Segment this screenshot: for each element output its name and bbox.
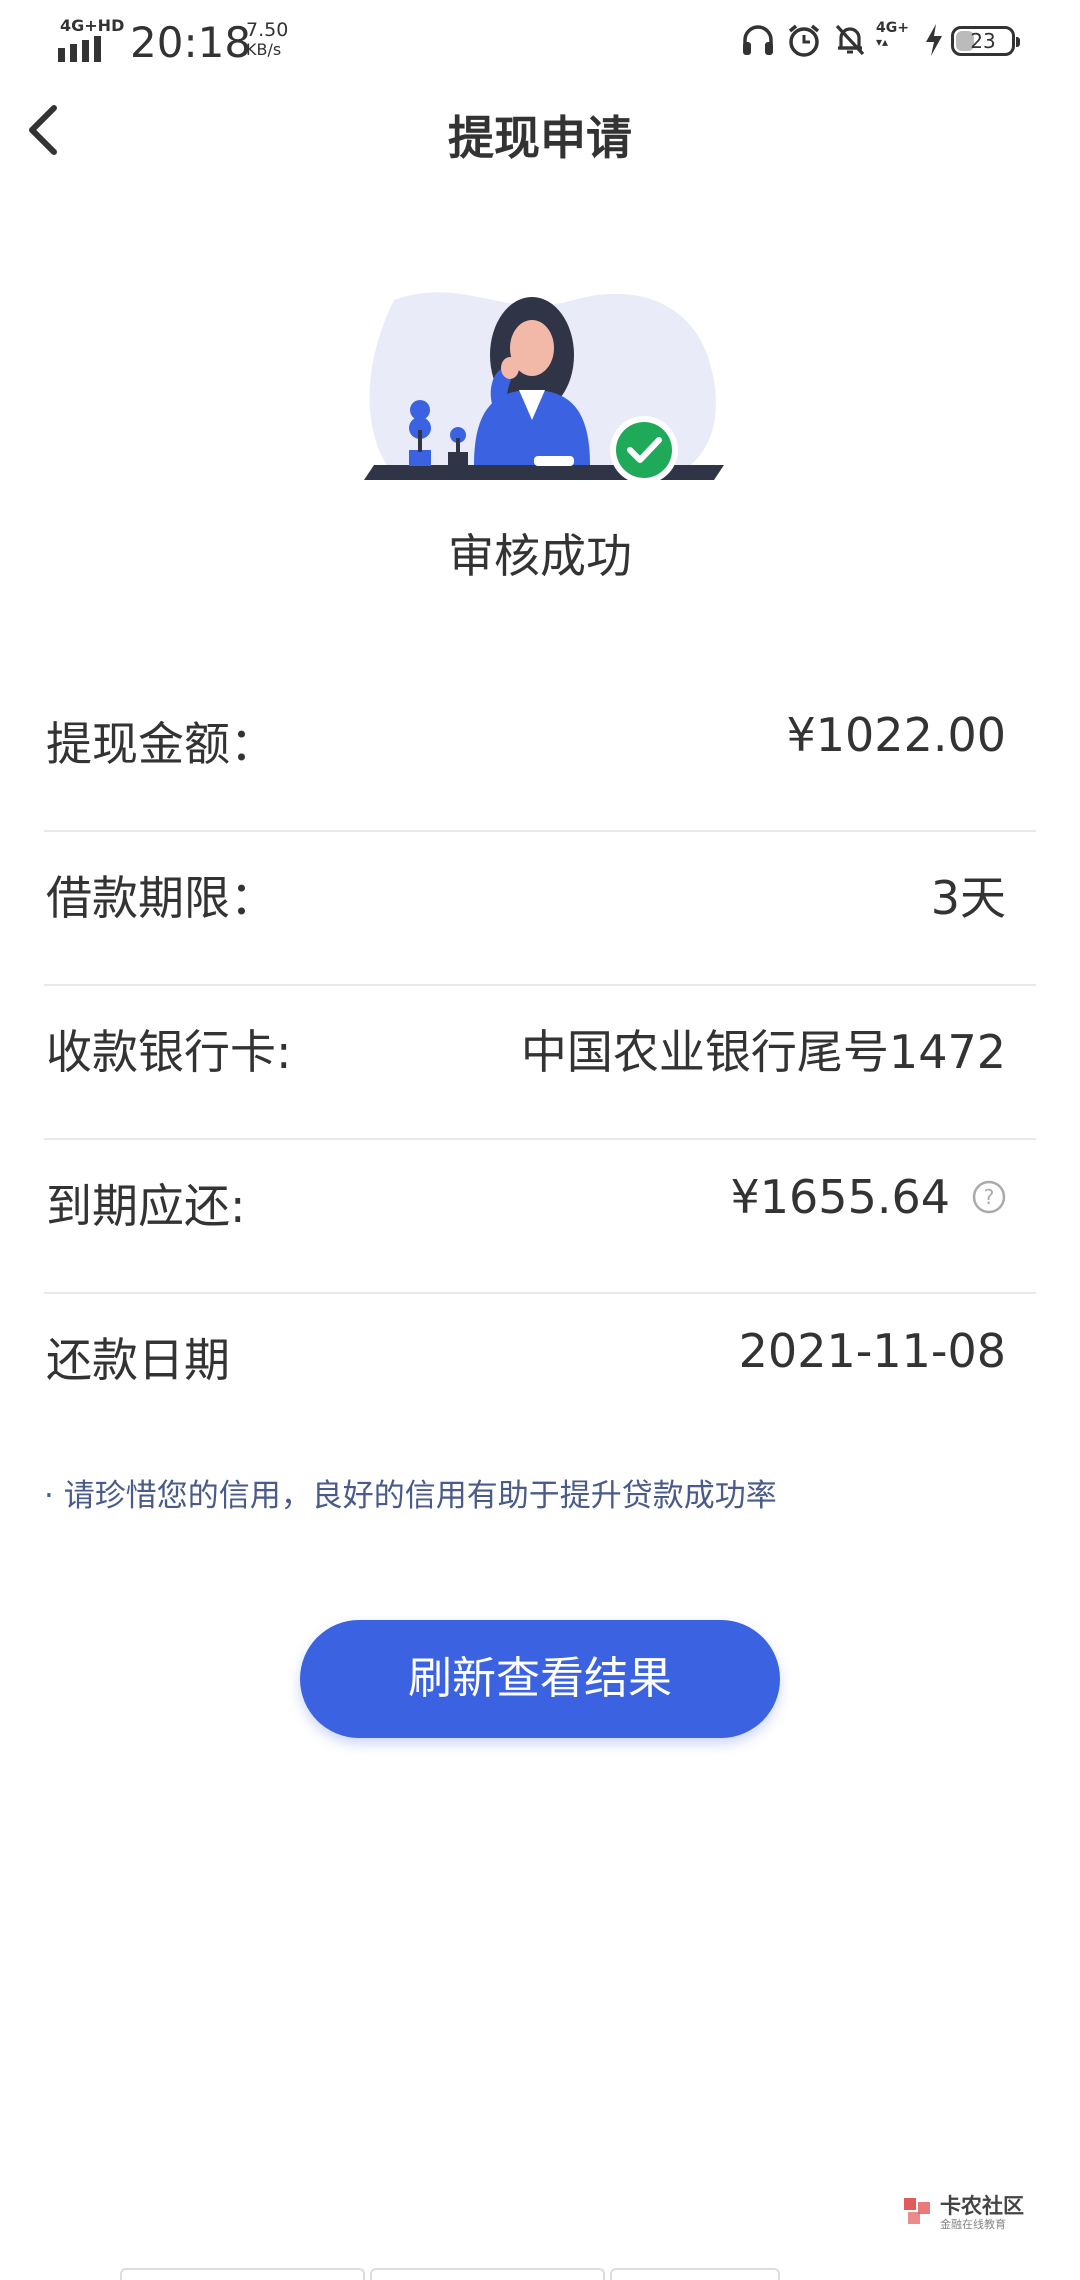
detail-label: 收款银行卡: [46,1025,292,1079]
watermark-logo: 卡农社区 金融在线教育 [900,2190,1030,2236]
battery-level: 23 [970,29,996,53]
charging-icon [926,24,942,56]
detail-value: ¥1022.00 [787,708,1007,762]
detail-value: ¥1655.64 ? [731,1170,1007,1224]
detail-label: 提现金额： [46,717,276,771]
withdrawal-details: 提现金额： ¥1022.00 借款期限： 3天 收款银行卡: 中国农业银行尾号1… [44,678,1036,1446]
speed-unit: KB/s [246,40,282,59]
network-4g-label: 4G+ [876,20,909,36]
bottom-partial-bar [120,2268,960,2280]
detail-row-repay-date: 还款日期 2021-11-08 [44,1294,1036,1446]
amount-value: ¥1022.00 [786,708,1007,762]
network-speed: 7.50 KB/s [246,20,288,60]
review-success-illustration [364,292,724,484]
bottom-tab-left[interactable] [120,2268,365,2280]
battery-icon: 23 [951,26,1020,56]
detail-row-term: 借款期限： 3天 [44,832,1036,986]
svg-text:?: ? [984,1185,995,1209]
signal-icon [58,36,101,62]
clock: 20:18 [130,18,252,67]
detail-value: 3天 [931,862,1006,928]
detail-label: 到期应还: [46,1179,246,1233]
bottom-tab-middle[interactable] [370,2268,605,2280]
term-value: 3天 [930,871,1006,925]
nav-bar: 提现申请 [0,80,1080,180]
detail-row-due-amount: 到期应还: ¥1655.64 ? [44,1140,1036,1294]
alarm-icon [788,24,820,57]
credit-tip: · 请珍惜您的信用，良好的信用有助于提升贷款成功率 [44,1478,777,1514]
detail-value: 2021-11-08 [739,1324,1006,1378]
bank-card-value: 中国农业银行尾号1472 [520,1025,1006,1079]
page-title: 提现申请 [448,111,632,165]
kanong-logo-icon [904,2198,930,2224]
repay-date-value: 2021-11-08 [738,1324,1006,1378]
headphones-icon [743,25,773,55]
detail-row-amount: 提现金额： ¥1022.00 [44,678,1036,832]
status-bar: 4G+HD 20:18 7.50 KB/s 4G+ ▾▴ 23 [0,0,1080,80]
refresh-result-button[interactable]: 刷新查看结果 [300,1620,780,1738]
detail-row-bank-card: 收款银行卡: 中国农业银行尾号1472 [44,986,1036,1140]
watermark-subtitle: 金融在线教育 [940,2218,1006,2231]
detail-label: 借款期限： [46,871,276,925]
detail-label: 还款日期 [46,1333,230,1387]
mute-bell-icon [835,24,865,56]
review-status-text: 审核成功 [448,529,632,583]
question-circle-icon[interactable]: ? [972,1180,1006,1214]
network-4g-icon: 4G+ ▾▴ [876,20,909,49]
detail-value: 中国农业银行尾号1472 [521,1016,1006,1082]
due-amount-value: ¥1655.64 [730,1170,951,1224]
bottom-tab-right[interactable] [610,2268,780,2280]
speed-value: 7.50 [246,19,289,41]
